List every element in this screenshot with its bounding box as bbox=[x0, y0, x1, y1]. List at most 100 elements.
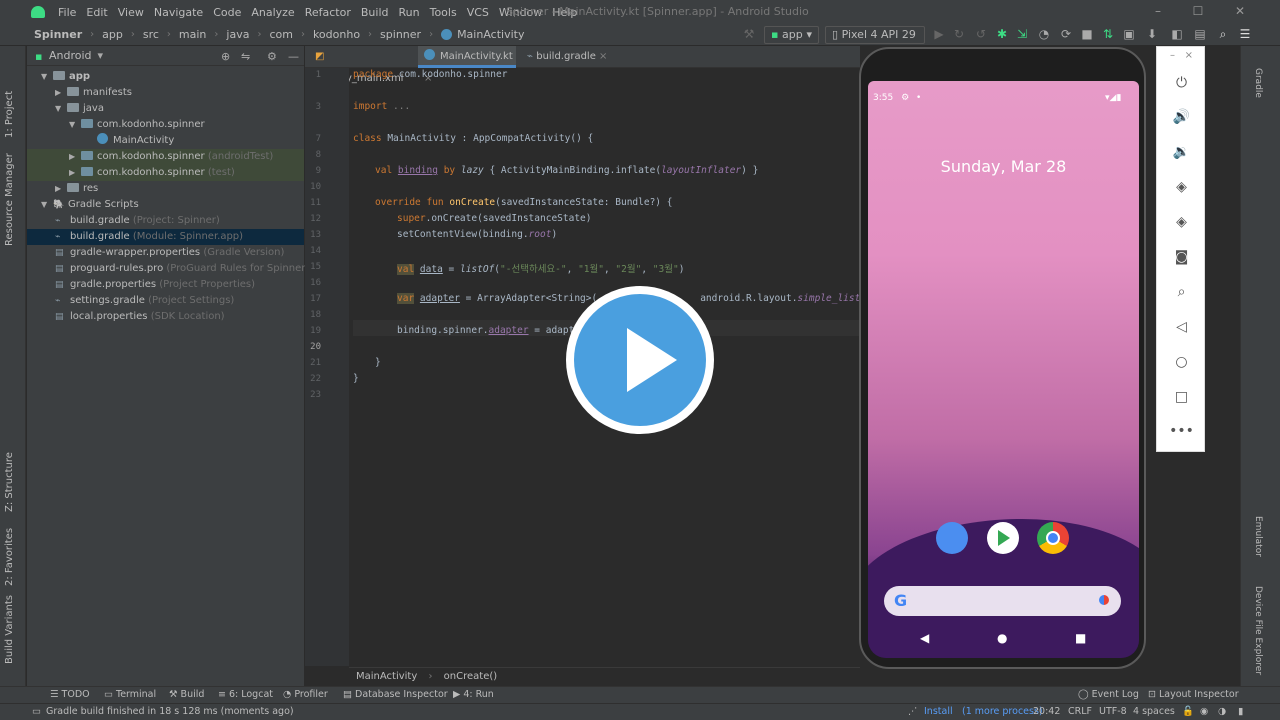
menu-vcs[interactable]: VCS bbox=[462, 6, 494, 19]
device-manager-icon[interactable]: ▤ bbox=[1193, 27, 1207, 41]
back-nav-icon[interactable]: ◀ bbox=[920, 631, 929, 645]
sync-icon[interactable]: ⟳ bbox=[1059, 27, 1073, 41]
breadcrumb-module[interactable]: app bbox=[102, 28, 123, 41]
apply-code-icon[interactable]: ↺ bbox=[974, 27, 988, 41]
run-icon[interactable]: ▶ bbox=[932, 27, 946, 41]
debug-icon[interactable]: ✱ bbox=[995, 27, 1009, 41]
tab-build-gradle[interactable]: ⌁ build.gradle × bbox=[521, 46, 617, 68]
hammer-icon[interactable]: ⚒ bbox=[742, 27, 756, 41]
home-icon[interactable]: ○ bbox=[1157, 354, 1206, 370]
profiler-icon[interactable]: ◔ bbox=[1037, 27, 1051, 41]
breadcrumb-kodonho[interactable]: kodonho bbox=[313, 28, 360, 41]
power-icon[interactable]: ⏻ bbox=[1157, 75, 1206, 91]
maximize-icon[interactable]: ☐ bbox=[1190, 3, 1206, 19]
camera-icon[interactable]: ◙ bbox=[1157, 249, 1206, 265]
tab-terminal[interactable]: ▭ Terminal bbox=[104, 689, 156, 700]
hide-icon[interactable]: — bbox=[288, 50, 299, 63]
tab-project[interactable]: 1: Project bbox=[4, 91, 15, 138]
breadcrumb-project[interactable]: Spinner bbox=[34, 28, 82, 41]
settings-icon[interactable]: ☰ bbox=[1238, 27, 1252, 41]
structure-icon[interactable]: ◧ bbox=[1170, 27, 1184, 41]
breadcrumb-java[interactable]: java bbox=[226, 28, 249, 41]
tree-node-package[interactable]: ▼ com.kodonho.spinner bbox=[41, 117, 304, 133]
status-install[interactable]: Install bbox=[924, 706, 953, 717]
chevron-down-icon[interactable]: ▾ bbox=[98, 49, 104, 62]
menu-edit[interactable]: Edit bbox=[81, 6, 112, 19]
assistant-icon[interactable] bbox=[1099, 595, 1109, 605]
tree-node-gradle-properties[interactable]: ▤ gradle.properties (Project Properties) bbox=[41, 277, 304, 293]
sdk-manager-icon[interactable]: ⬇ bbox=[1145, 27, 1159, 41]
minimize-icon[interactable]: – bbox=[1150, 3, 1166, 19]
status-toggle-icon[interactable]: ▭ bbox=[32, 706, 42, 717]
tree-node-settings-gradle[interactable]: ⌁ settings.gradle (Project Settings) bbox=[41, 293, 304, 309]
phone-screen[interactable]: 3:55 ⚙ • ▾◢▮ Sunday, Mar 28 G ◀ ● ■ bbox=[868, 81, 1139, 658]
more-icon[interactable]: ••• bbox=[1157, 423, 1206, 439]
tab-build[interactable]: ⚒ Build bbox=[169, 689, 204, 700]
rotate-left-icon[interactable]: ◈ bbox=[1157, 179, 1206, 195]
stop-icon[interactable]: ■ bbox=[1080, 27, 1094, 41]
memory-icon[interactable]: ▮ bbox=[1238, 706, 1243, 717]
file-encoding[interactable]: UTF-8 bbox=[1099, 706, 1127, 717]
lock-icon[interactable]: 🔓 bbox=[1182, 706, 1194, 717]
tree-node-gradle-wrapper[interactable]: ▤ gradle-wrapper.properties (Gradle Versi… bbox=[41, 245, 304, 261]
notifications-icon[interactable]: ◑ bbox=[1218, 706, 1226, 717]
tab-layout-inspector[interactable]: ⊡ Layout Inspector bbox=[1148, 689, 1239, 700]
tree-node-gradle-scripts[interactable]: ▼ 🐘 Gradle Scripts bbox=[41, 197, 304, 213]
breadcrumb-spinner[interactable]: spinner bbox=[380, 28, 421, 41]
tab-build-variants[interactable]: Build Variants bbox=[4, 595, 15, 664]
menu-build[interactable]: Build bbox=[356, 6, 394, 19]
tree-node-mainactivity[interactable]: MainActivity bbox=[41, 133, 304, 149]
tab-structure[interactable]: Z: Structure bbox=[4, 452, 15, 512]
inspector-icon[interactable]: ◉ bbox=[1200, 706, 1208, 717]
caret-position[interactable]: 20:42 bbox=[1033, 706, 1060, 717]
menu-run[interactable]: Run bbox=[394, 6, 425, 19]
menu-refactor[interactable]: Refactor bbox=[300, 6, 356, 19]
collapse-icon[interactable]: ⇋ bbox=[241, 50, 250, 63]
messages-app-icon[interactable] bbox=[936, 522, 968, 554]
attach-icon[interactable]: ⇲ bbox=[1015, 27, 1029, 41]
device-select[interactable]: ▯ Pixel 4 API 29 ▾ bbox=[825, 26, 925, 57]
tab-todo[interactable]: ☰ TODO bbox=[50, 689, 90, 700]
volume-up-icon[interactable]: 🔊 bbox=[1157, 109, 1206, 125]
close-tab-icon[interactable]: × bbox=[599, 51, 607, 62]
tab-activity-main-xml[interactable]: ◩ activity_main.xml × bbox=[309, 46, 415, 106]
home-nav-icon[interactable]: ● bbox=[997, 631, 1007, 645]
run-config-select[interactable]: ▪ app ▾ bbox=[764, 26, 819, 44]
breadcrumb-file[interactable]: MainActivity bbox=[457, 28, 524, 41]
tab-mainactivity-kt[interactable]: MainActivity.kt × bbox=[418, 46, 516, 84]
tab-gradle[interactable]: Gradle bbox=[1253, 68, 1263, 98]
tree-node-java[interactable]: ▼ java bbox=[41, 101, 304, 117]
tab-event-log[interactable]: ◯ Event Log bbox=[1078, 689, 1139, 700]
search-icon[interactable]: ⌕ bbox=[1216, 27, 1230, 41]
close-icon[interactable]: ✕ bbox=[1232, 3, 1248, 19]
volume-down-icon[interactable]: 🔉 bbox=[1157, 144, 1206, 160]
emulator-window-controls[interactable]: – × bbox=[1157, 50, 1206, 61]
menu-analyze[interactable]: Analyze bbox=[246, 6, 299, 19]
tree-node-manifests[interactable]: ▶ manifests bbox=[41, 85, 304, 101]
project-view-select[interactable]: Android bbox=[49, 49, 92, 62]
overview-icon[interactable]: □ bbox=[1157, 389, 1206, 405]
breadcrumb-com[interactable]: com bbox=[269, 28, 293, 41]
gradle-sync-icon[interactable]: ⇅ bbox=[1101, 27, 1115, 41]
tree-node-local-properties[interactable]: ▤ local.properties (SDK Location) bbox=[41, 309, 304, 325]
menu-tools[interactable]: Tools bbox=[425, 6, 462, 19]
recents-nav-icon[interactable]: ■ bbox=[1075, 631, 1086, 645]
back-icon[interactable]: ◁ bbox=[1157, 319, 1206, 335]
rotate-right-icon[interactable]: ◈ bbox=[1157, 214, 1206, 230]
tree-node-res[interactable]: ▶ res bbox=[41, 181, 304, 197]
tree-node-package-test[interactable]: ▶ com.kodonho.spinner (test) bbox=[27, 165, 304, 181]
tree-node-build-gradle-project[interactable]: ⌁ build.gradle (Project: Spinner) bbox=[41, 213, 304, 229]
menu-view[interactable]: View bbox=[113, 6, 149, 19]
tree-node-package-androidtest[interactable]: ▶ com.kodonho.spinner (androidTest) bbox=[27, 149, 304, 165]
tree-node-build-gradle-module[interactable]: ⌁ build.gradle (Module: Spinner.app) bbox=[27, 229, 304, 245]
status-more-processes[interactable]: (1 more process) bbox=[962, 706, 1043, 717]
apply-changes-icon[interactable]: ↻ bbox=[952, 27, 966, 41]
tab-logcat[interactable]: ≡ 6: Logcat bbox=[218, 689, 273, 700]
editor-breadcrumb-class[interactable]: MainActivity bbox=[356, 671, 417, 682]
video-play-button[interactable] bbox=[566, 286, 714, 434]
menu-navigate[interactable]: Navigate bbox=[149, 6, 208, 19]
tree-node-proguard[interactable]: ▤ proguard-rules.pro (ProGuard Rules for … bbox=[41, 261, 330, 277]
tab-device-file-explorer[interactable]: Device File Explorer bbox=[1253, 586, 1263, 675]
tab-run[interactable]: ▶ 4: Run bbox=[453, 689, 494, 700]
zoom-icon[interactable]: ⌕ bbox=[1157, 284, 1206, 300]
